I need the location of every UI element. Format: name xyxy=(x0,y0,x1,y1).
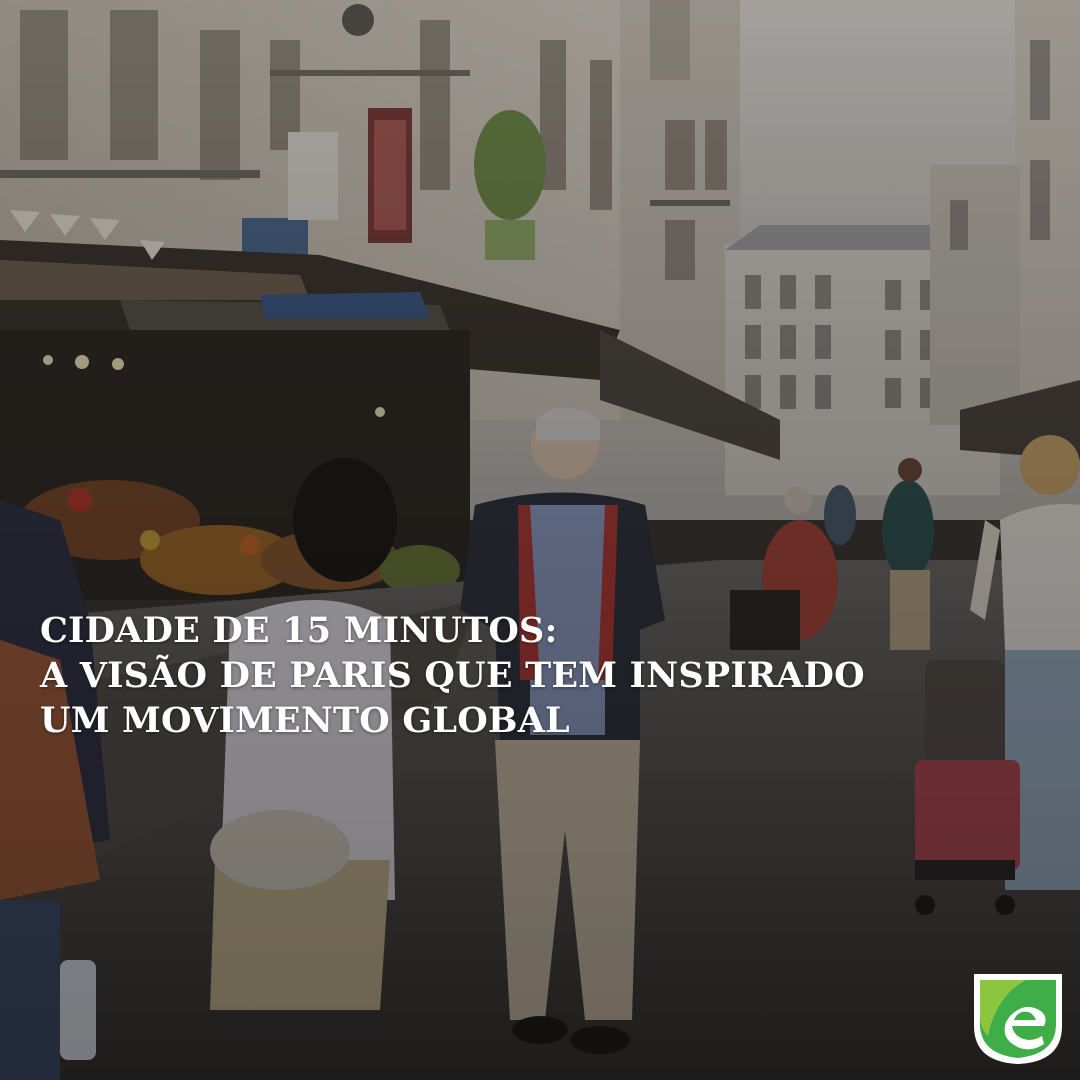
headline: CIDADE DE 15 MINUTOS: A VISÃO DE PARIS Q… xyxy=(40,608,1000,743)
headline-line-3: UM MOVIMENTO GLOBAL xyxy=(40,700,570,741)
post-image: CIDADE DE 15 MINUTOS: A VISÃO DE PARIS Q… xyxy=(0,0,1080,1080)
e-leaf-logo-icon xyxy=(974,974,1062,1064)
headline-line-2: A VISÃO DE PARIS QUE TEM INSPIRADO xyxy=(40,655,865,696)
paris-street-market-photo xyxy=(0,0,1080,1080)
headline-line-1: CIDADE DE 15 MINUTOS: xyxy=(40,610,558,651)
